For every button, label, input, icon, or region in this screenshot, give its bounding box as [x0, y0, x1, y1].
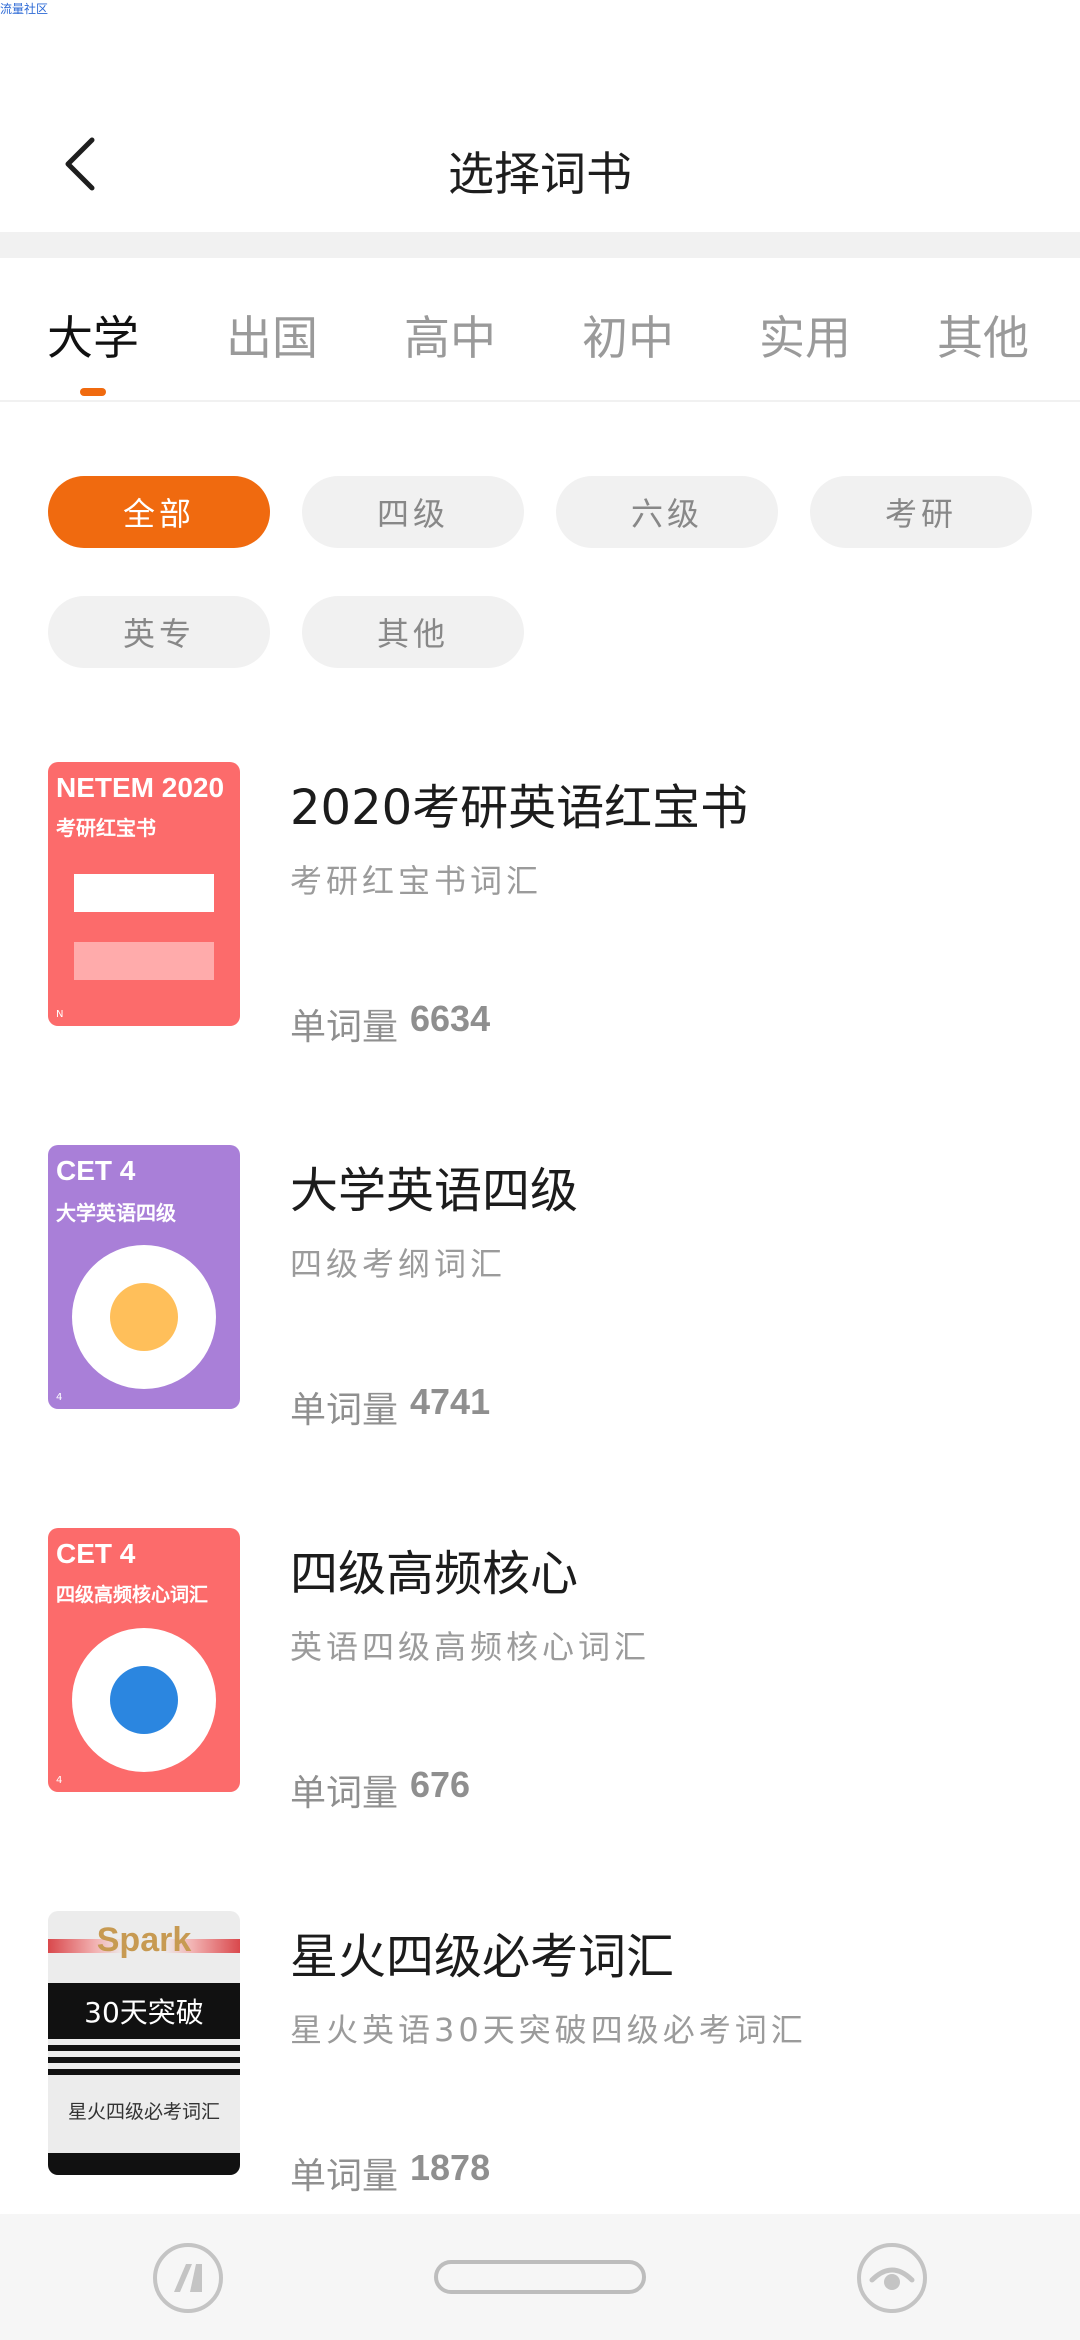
book-item[interactable]: NETEM 2020 考研红宝书 N 2020考研英语红宝书 考研红宝书词汇 单…: [0, 762, 1080, 1052]
cover-footer-text: 星火四级必考词汇: [67, 2101, 220, 2123]
header: 选择词书: [0, 100, 1080, 230]
cover-stripe: [48, 2045, 240, 2051]
system-nav-bar: [0, 2214, 1080, 2340]
filter-chip-cet4[interactable]: 四级: [302, 476, 524, 548]
book-cover: Spark 30天突破 星火四级必考词汇: [48, 1911, 240, 2175]
book-description: 英语四级高频核心词汇: [290, 1628, 651, 1666]
cover-stripe: [48, 2057, 240, 2063]
book-title: 大学英语四级: [290, 1163, 579, 1219]
book-cover: CET 4 大学英语四级 4: [48, 1145, 240, 1409]
tab-university[interactable]: 大学: [28, 302, 158, 368]
book-description: 考研红宝书词汇: [290, 862, 543, 900]
word-count-label: 单词量: [290, 1390, 399, 1431]
home-pill[interactable]: [434, 2260, 646, 2294]
word-count-value: 1878: [410, 2147, 491, 2188]
book-cover: CET 4 四级高频核心词汇 4: [48, 1528, 240, 1792]
cover-white-bar: [74, 874, 214, 912]
word-count-label: 单词量: [290, 2156, 399, 2197]
book-title: 星火四级必考词汇: [290, 1929, 675, 1985]
cover-title: Spark: [96, 1921, 192, 1959]
filter-chip-postgrad[interactable]: 考研: [810, 476, 1032, 548]
book-description: 星火英语30天突破四级必考词汇: [290, 2011, 807, 2049]
cover-corner-text: 4: [56, 1775, 63, 1786]
filter-chip-english-major[interactable]: 英专: [48, 596, 270, 668]
word-count-value: 676: [410, 1764, 471, 1805]
cover-subtitle: 30天突破: [48, 1983, 240, 2039]
book-description: 四级考纲词汇: [290, 1245, 507, 1283]
book-item[interactable]: Spark 30天突破 星火四级必考词汇 星火四级必考词汇 星火英语30天突破四…: [0, 1911, 1080, 2201]
eye-icon: [857, 2243, 927, 2313]
tab-abroad[interactable]: 出国: [207, 302, 337, 368]
eye-button[interactable]: [856, 2242, 928, 2314]
tab-middle-school[interactable]: 初中: [563, 302, 693, 368]
cover-dot: [110, 1283, 178, 1351]
filter-chip-all[interactable]: 全部: [48, 476, 270, 548]
app-switch-button[interactable]: [152, 2242, 224, 2314]
section-divider: [0, 232, 1080, 258]
cover-title: CET 4: [56, 1155, 136, 1186]
word-count-label: 单词量: [290, 1773, 399, 1814]
active-tab-indicator: [80, 388, 106, 396]
word-count-label: 单词量: [290, 1007, 399, 1048]
book-title: 四级高频核心: [290, 1546, 579, 1602]
cover-title: NETEM 2020: [56, 772, 225, 803]
cover-corner-text: 4: [56, 1392, 63, 1403]
filter-chip-cet6[interactable]: 六级: [556, 476, 778, 548]
app-switch-icon: [153, 2243, 223, 2313]
word-count-value: 4741: [410, 1381, 491, 1422]
tab-practical[interactable]: 实用: [740, 302, 870, 368]
cover-subtitle: 考研红宝书: [56, 816, 156, 840]
tab-high-school[interactable]: 高中: [385, 302, 515, 368]
cover-corner-text: N: [56, 1009, 64, 1020]
cover-title: CET 4: [56, 1538, 136, 1569]
page-title: 选择词书: [448, 147, 632, 201]
cover-stripe: [48, 2069, 240, 2075]
book-item[interactable]: CET 4 四级高频核心词汇 4 四级高频核心 英语四级高频核心词汇 单词量 6…: [0, 1528, 1080, 1818]
word-count-value: 6634: [410, 998, 491, 1039]
filter-chip-other[interactable]: 其他: [302, 596, 524, 668]
watermark: 流量社区: [0, 2, 49, 16]
cover-pink-bar: [74, 942, 214, 980]
cover-dot: [110, 1666, 178, 1734]
category-tabs: 大学 出国 高中 初中 实用 其他: [0, 258, 1080, 402]
book-cover: NETEM 2020 考研红宝书 N: [48, 762, 240, 1026]
book-item[interactable]: CET 4 大学英语四级 4 大学英语四级 四级考纲词汇 单词量 4741: [0, 1145, 1080, 1435]
cover-bottom-band: [48, 2153, 240, 2175]
cover-subtitle: 四级高频核心词汇: [56, 1584, 209, 1606]
tab-other[interactable]: 其他: [918, 302, 1048, 368]
book-title: 2020考研英语红宝书: [290, 780, 749, 836]
cover-subtitle: 大学英语四级: [56, 1201, 176, 1225]
